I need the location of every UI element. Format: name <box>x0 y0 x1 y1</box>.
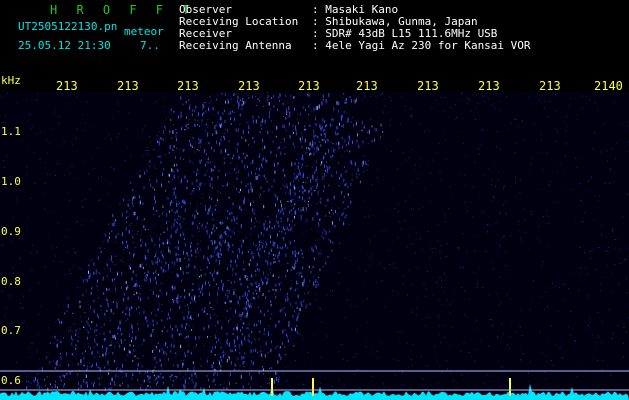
y-tick-label: 0.7 <box>1 324 21 337</box>
x-tick-label: 213 <box>177 79 199 93</box>
file-name: UT2505122130.pn <box>18 20 118 33</box>
x-tick-label: 2140 <box>594 79 623 93</box>
field-value-antenna: : 4ele Yagi Az 230 for Kansai VOR <box>312 39 531 52</box>
y-axis-unit: kHz <box>1 74 21 87</box>
x-tick-label: 213 <box>238 79 260 93</box>
x-tick-label: 213 <box>56 79 78 93</box>
capture-datetime: 25.05.12 21:30 <box>18 39 111 52</box>
field-label-antenna: Receiving Antenna <box>179 39 292 52</box>
capture-count: 7.. <box>140 39 160 52</box>
y-tick-label: 1.0 <box>1 175 21 188</box>
x-tick-label: 213 <box>298 79 320 93</box>
y-tick-label: 1.1 <box>1 125 21 138</box>
x-tick-label: 213 <box>356 79 378 93</box>
x-tick-label: 213 <box>478 79 500 93</box>
app-title: H R O F F T <box>50 3 196 17</box>
spectrogram <box>0 92 629 400</box>
y-tick-label: 0.6 <box>1 374 21 387</box>
y-tick-label: 0.8 <box>1 275 21 288</box>
y-tick-label: 0.9 <box>1 225 21 238</box>
x-tick-label: 213 <box>539 79 561 93</box>
file-tag: meteor <box>124 25 164 38</box>
x-tick-label: 213 <box>417 79 439 93</box>
x-tick-label: 213 <box>117 79 139 93</box>
